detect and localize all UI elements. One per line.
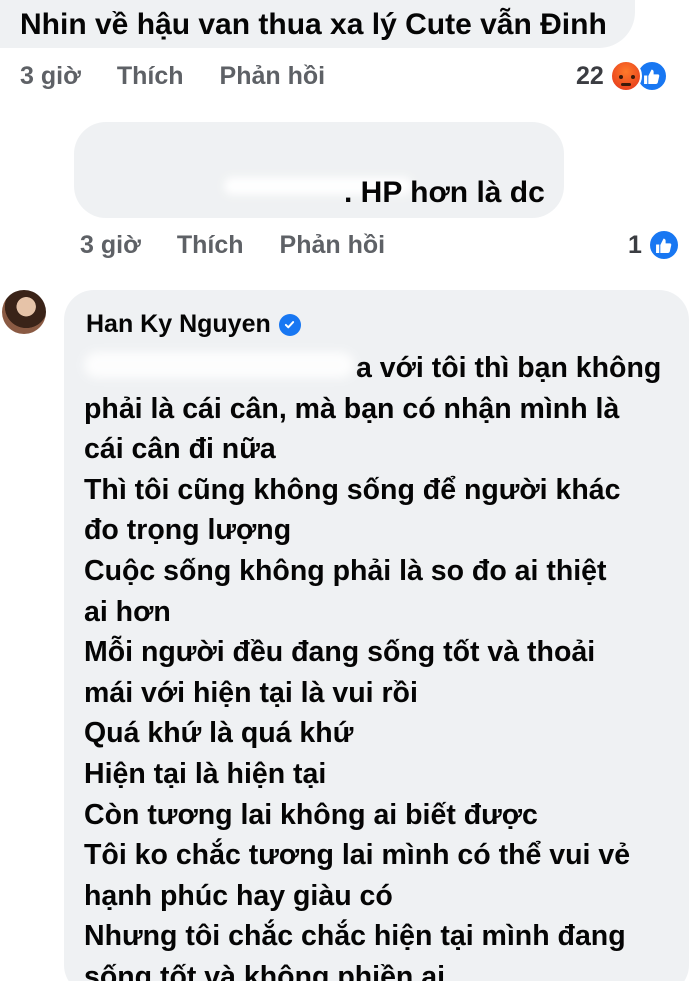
comment-text: . HP hơn là dc	[344, 176, 545, 209]
comment-line: mái với hiện tại là vui rồi	[84, 676, 418, 709]
comment-bubble: Han Ky Nguyen a với tôi thì bạn không ph…	[64, 290, 689, 981]
reaction-summary[interactable]: 1	[628, 229, 680, 261]
reply-button[interactable]: Phản hồi	[280, 231, 386, 260]
comment-line: đo trọng lượng	[84, 514, 292, 547]
verified-badge-icon	[278, 313, 301, 336]
comment-line: Tôi ko chắc tương lai mình có thể vui vẻ	[84, 839, 631, 872]
reaction-count: 1	[628, 230, 642, 259]
avatar[interactable]	[2, 290, 46, 334]
comment-line: hạnh phúc hay giàu có	[84, 879, 393, 912]
redacted-name	[84, 352, 354, 378]
comment-bubble: Nhin về hậu van thua xa lý Cute vẫn Đinh	[0, 0, 635, 48]
comment-line: Cuộc sống không phải là so đo ai thiệt	[84, 554, 607, 587]
comment-actions: 3 giờ Thích Phản hồi	[20, 62, 325, 91]
like-button[interactable]: Thích	[177, 231, 244, 260]
reaction-count: 22	[576, 61, 604, 90]
comment-line: Còn tương lai không ai biết được	[84, 798, 538, 831]
angry-icon	[609, 60, 642, 92]
comment-line: sống tốt và không phiền ai.	[84, 960, 453, 981]
comment-line: cái cân đi nữa	[84, 433, 276, 466]
reply-button[interactable]: Phản hồi	[220, 62, 326, 91]
comment-text: a với tôi thì bạn không phải là cái cân,…	[84, 348, 684, 981]
like-button[interactable]: Thích	[117, 62, 184, 91]
comment-author: Han Ky Nguyen	[86, 310, 301, 339]
comment-line: Nhưng tôi chắc chắc hiện tại mình đang	[84, 920, 626, 953]
like-icon	[647, 229, 680, 261]
comment-line: Thì tôi cũng không sống để người khác	[84, 473, 621, 506]
comment-actions: 3 giờ Thích Phản hồi	[80, 231, 385, 260]
reaction-summary[interactable]: 22	[576, 60, 668, 92]
comment-line: phải là cái cân, mà bạn có nhận mình là	[84, 392, 620, 425]
author-name[interactable]: Han Ky Nguyen	[86, 310, 271, 339]
comment-line: Quá khứ là quá khứ	[84, 717, 354, 750]
comment-line: Hiện tại là hiện tại	[84, 757, 327, 790]
comment-line: ai hơn	[84, 595, 171, 628]
comment-time[interactable]: 3 giờ	[20, 62, 81, 91]
comment-line: Mỗi người đều đang sống tốt và thoải	[84, 636, 596, 669]
comment-time[interactable]: 3 giờ	[80, 231, 141, 260]
comment-bubble: . HP hơn là dc	[74, 122, 564, 218]
comment-text: Nhin về hậu van thua xa lý Cute vẫn Đinh	[20, 8, 607, 41]
